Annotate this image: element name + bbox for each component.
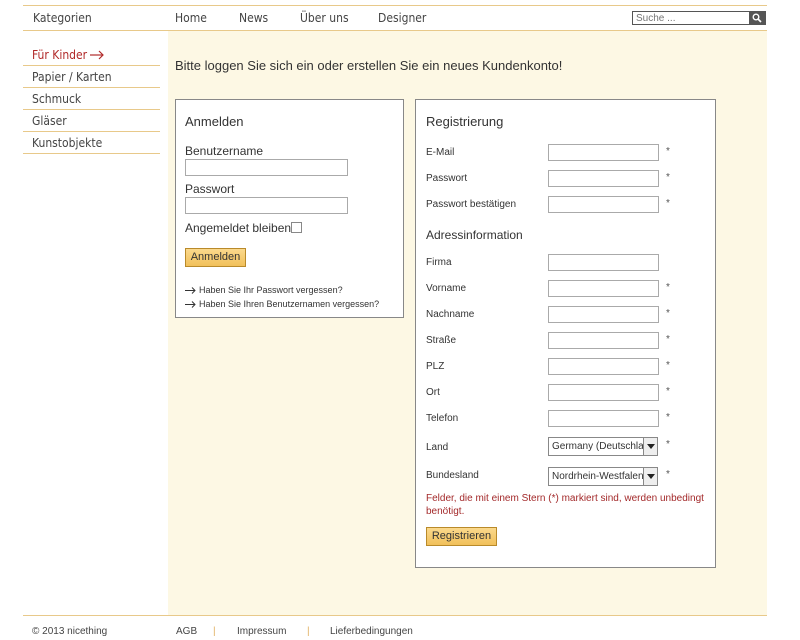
nav-about[interactable]: Über uns — [300, 11, 349, 25]
category-sidebar: Für Kinder Papier / Karten Schmuck Gläse… — [23, 44, 160, 154]
dropdown-button[interactable] — [643, 438, 657, 455]
login-button[interactable]: Anmelden — [185, 248, 246, 267]
login-intro: Bitte loggen Sie sich ein oder erstellen… — [175, 58, 563, 73]
required-star: * — [666, 439, 670, 450]
sidebar-item-jewelry[interactable]: Schmuck — [23, 88, 160, 110]
state-selected-value: Nordrhein-Westfalen — [552, 471, 644, 482]
zip-label: PLZ — [426, 361, 445, 372]
page-frame: Kategorien Home News Über uns Designer F… — [23, 0, 767, 640]
search-box — [632, 11, 766, 25]
phone-input[interactable] — [548, 410, 659, 427]
top-bar: Kategorien Home News Über uns Designer — [23, 5, 767, 31]
sidebar-item-label: Für Kinder — [32, 48, 88, 62]
sidebar-item-art[interactable]: Kunstobjekte — [23, 132, 160, 154]
remember-checkbox[interactable] — [291, 222, 302, 233]
sidebar-item-kids[interactable]: Für Kinder — [23, 44, 160, 66]
lastname-input[interactable] — [548, 306, 659, 323]
nav-news[interactable]: News — [239, 11, 268, 25]
dropdown-button[interactable] — [643, 468, 657, 485]
company-input[interactable] — [548, 254, 659, 271]
country-label: Land — [426, 442, 449, 453]
arrow-right-icon — [185, 301, 196, 308]
footer: © 2013 nicething AGB | Impressum | Liefe… — [23, 615, 767, 640]
chevron-down-icon — [647, 474, 655, 479]
required-star: * — [666, 282, 670, 293]
registration-panel: Registrierung E-Mail * Passwort * Passwo… — [415, 99, 716, 568]
required-fields-note: Felder, die mit einem Stern (*) markiert… — [426, 493, 704, 517]
footer-link-delivery[interactable]: Lieferbedingungen — [330, 626, 413, 637]
street-label: Straße — [426, 335, 457, 346]
username-input[interactable] — [185, 159, 348, 176]
required-star: * — [666, 198, 670, 209]
search-input[interactable] — [633, 12, 749, 24]
required-star: * — [666, 469, 670, 480]
company-label: Firma — [426, 257, 452, 268]
chevron-down-icon — [647, 444, 655, 449]
forgot-username-text: Haben Sie Ihren Benutzernamen vergessen? — [199, 299, 380, 309]
login-panel: Anmelden Benutzername Passwort Angemelde… — [175, 99, 404, 318]
state-select[interactable]: Nordrhein-Westfalen — [548, 467, 658, 486]
arrow-right-icon — [90, 50, 104, 60]
sidebar-item-glasses[interactable]: Gläser — [23, 110, 160, 132]
password-input[interactable] — [185, 197, 348, 214]
search-icon — [752, 13, 762, 23]
zip-input[interactable] — [548, 358, 659, 375]
password-label: Passwort — [185, 182, 235, 196]
required-star: * — [666, 308, 670, 319]
email-label: E-Mail — [426, 147, 455, 158]
nav-home[interactable]: Home — [175, 11, 207, 25]
country-select[interactable]: Germany (Deutschland) — [548, 437, 658, 456]
copyright: © 2013 nicething — [32, 626, 108, 637]
reg-password-input[interactable] — [548, 170, 659, 187]
footer-separator: | — [213, 626, 216, 637]
password-confirm-input[interactable] — [548, 196, 659, 213]
required-star: * — [666, 334, 670, 345]
password-confirm-label: Passwort bestätigen — [426, 199, 517, 210]
register-button[interactable]: Registrieren — [426, 527, 497, 546]
required-star: * — [666, 360, 670, 371]
required-star: * — [666, 386, 670, 397]
phone-label: Telefon — [426, 413, 459, 424]
footer-separator: | — [307, 626, 310, 637]
search-button[interactable] — [749, 12, 765, 24]
footer-link-impressum[interactable]: Impressum — [237, 626, 286, 637]
categories-title: Kategorien — [33, 11, 92, 25]
forgot-username-link[interactable]: Haben Sie Ihren Benutzernamen vergessen? — [185, 299, 379, 309]
remember-label: Angemeldet bleiben — [185, 221, 292, 235]
forgot-password-link[interactable]: Haben Sie Ihr Passwort vergessen? — [185, 285, 343, 295]
arrow-right-icon — [185, 287, 196, 294]
forgot-password-text: Haben Sie Ihr Passwort vergessen? — [199, 285, 343, 295]
required-star: * — [666, 412, 670, 423]
footer-link-agb[interactable]: AGB — [176, 626, 197, 637]
registration-title: Registrierung — [426, 114, 504, 129]
username-label: Benutzername — [185, 144, 264, 158]
reg-password-label: Passwort — [426, 173, 468, 184]
sidebar-item-paper[interactable]: Papier / Karten — [23, 66, 160, 88]
required-star: * — [666, 146, 670, 157]
login-title: Anmelden — [185, 114, 244, 129]
lastname-label: Nachname — [426, 309, 475, 320]
state-label: Bundesland — [426, 470, 479, 481]
required-star: * — [666, 172, 670, 183]
city-label: Ort — [426, 387, 440, 398]
nav-designer[interactable]: Designer — [378, 11, 426, 25]
city-input[interactable] — [548, 384, 659, 401]
firstname-label: Vorname — [426, 283, 467, 294]
firstname-input[interactable] — [548, 280, 659, 297]
address-title: Adressinformation — [426, 228, 523, 242]
street-input[interactable] — [548, 332, 659, 349]
email-input[interactable] — [548, 144, 659, 161]
